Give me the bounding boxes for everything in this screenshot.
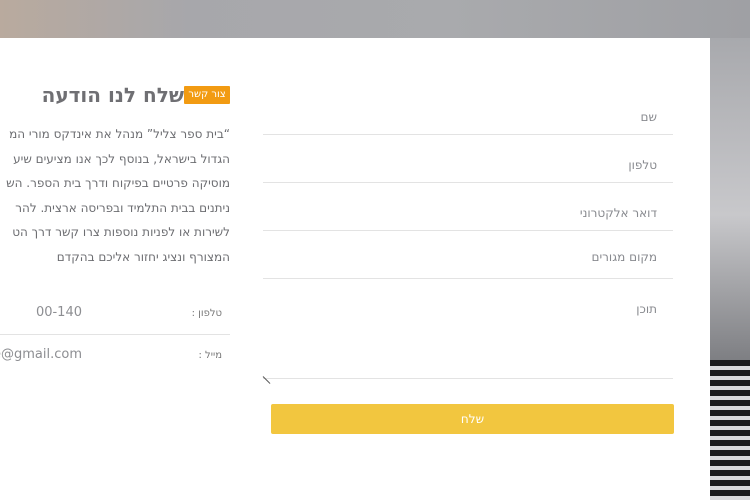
paragraph-line: לשירות או לפניות נוספות צרו קשר דרך הט <box>12 225 230 239</box>
content-placeholder: תוכן <box>636 302 657 316</box>
paragraph-line: המצורף ונציג יחזור אליכם בהקדם <box>56 249 230 264</box>
phone-placeholder: טלפון <box>628 158 657 172</box>
contact-phone-row: טלפון : 00-140 <box>0 294 230 335</box>
content-textarea[interactable]: תוכן <box>263 282 673 379</box>
resize-grip-icon[interactable] <box>263 370 271 378</box>
email-placeholder: דואר אלקטרוני <box>579 206 657 220</box>
email-field[interactable]: דואר אלקטרוני <box>263 184 673 231</box>
phone-value: 00-140 <box>35 305 82 320</box>
paragraph-line: ניתנים בבית התלמיד ובפריסה ארצית. להר <box>15 200 230 215</box>
name-field[interactable]: שם <box>263 88 673 135</box>
residence-field[interactable]: מקום מגורים <box>263 232 673 279</box>
background-piano-keys <box>710 360 750 500</box>
background-top-strip <box>0 0 750 38</box>
contact-email-row: מייל : e@gmail.com <box>0 336 230 376</box>
paragraph-line: “בית ספר צליל” מנהל את אינדקס מורי המ <box>9 127 230 141</box>
residence-placeholder: מקום מגורים <box>591 250 658 264</box>
email-label: מייל : <box>198 350 223 361</box>
intro-paragraph: “בית ספר צליל” מנהל את אינדקס מורי המ הג… <box>0 122 230 269</box>
phone-field[interactable]: טלפון <box>263 136 673 183</box>
email-value[interactable]: e@gmail.com <box>0 347 82 362</box>
contact-badge: צור קשר <box>184 86 230 104</box>
submit-button[interactable]: שלח <box>271 404 674 434</box>
section-title: שלח לנו הודעה <box>41 83 184 107</box>
name-placeholder: שם <box>640 110 657 124</box>
background-piano-body <box>710 38 750 360</box>
paragraph-line: מוסיקה פרטיים בפיקוח ודרך בית הספר. הש <box>6 176 230 190</box>
paragraph-line: הגדול בישראל, בנוסף לכך אנו מציעים שיע <box>13 151 230 166</box>
phone-label: טלפון : <box>191 308 222 319</box>
